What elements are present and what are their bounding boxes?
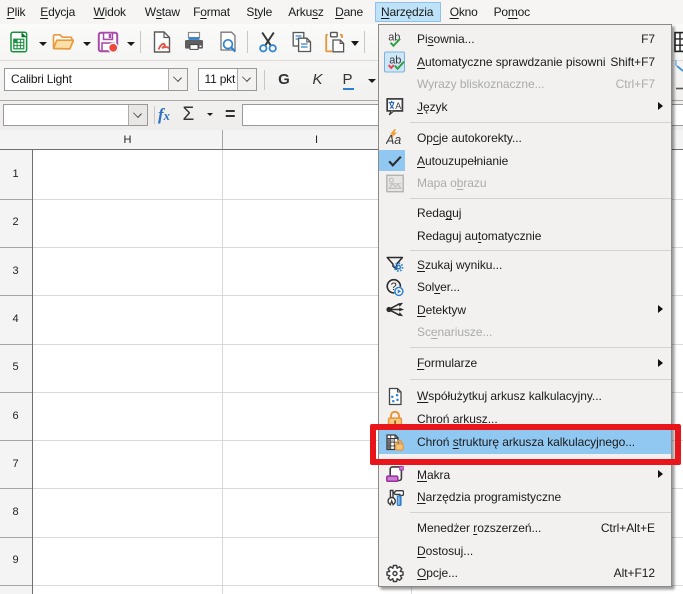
svg-text:ab: ab: [389, 55, 401, 67]
svg-text:Aa: Aa: [386, 133, 401, 147]
svg-text:A: A: [395, 102, 401, 112]
